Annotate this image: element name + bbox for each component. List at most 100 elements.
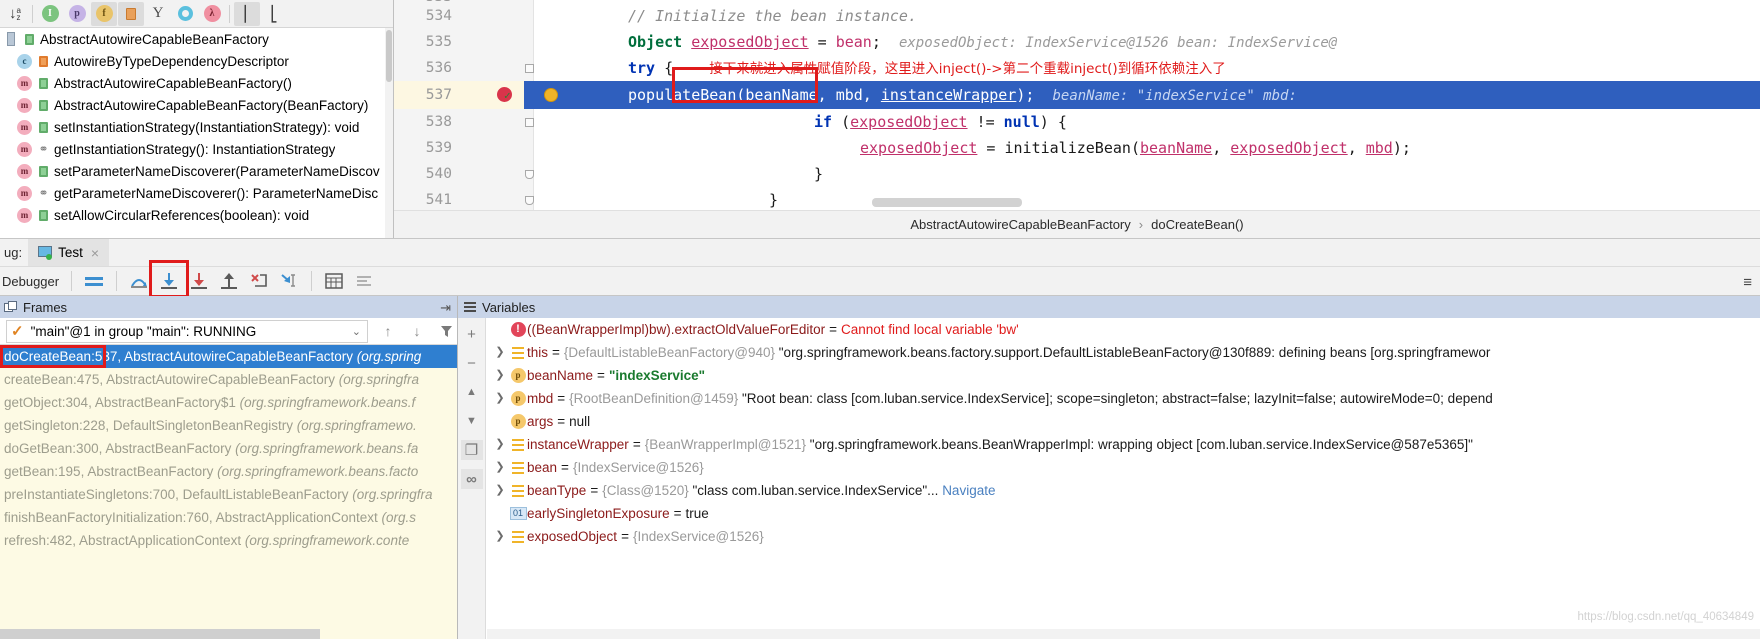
drop-frame-button[interactable] <box>244 268 274 294</box>
frame-row[interactable]: refresh:482, AbstractApplicationContext … <box>0 529 457 552</box>
variable-row[interactable]: ❯ bean = {IndexService@1526} <box>487 456 1760 479</box>
variable-row[interactable]: ❯ exposedObject = {IndexService@1526} <box>487 525 1760 548</box>
frame-up-button[interactable]: ↑ <box>377 320 399 343</box>
show-properties-icon[interactable]: p <box>64 2 90 26</box>
code-line[interactable]: 535 Object exposedObject = bean; exposed… <box>394 29 1760 55</box>
structure-item-method[interactable]: m AbstractAutowireCapableBeanFactory() <box>0 72 385 94</box>
structure-item-inner-class[interactable]: c AutowireByTypeDependencyDescriptor <box>0 50 385 72</box>
move-watch-up-button[interactable]: ▲ <box>461 382 483 402</box>
variable-name: instanceWrapper <box>527 437 629 452</box>
structure-item-method[interactable]: m setAllowCircularReferences(boolean): v… <box>0 204 385 226</box>
frame-row[interactable]: finishBeanFactoryInitialization:760, Abs… <box>0 506 457 529</box>
force-step-into-button[interactable] <box>184 268 214 294</box>
structure-item-method[interactable]: m AbstractAutowireCapableBeanFactory(Bea… <box>0 94 385 116</box>
chevron-right-icon[interactable]: ❯ <box>491 341 509 364</box>
breadcrumb-class[interactable]: AbstractAutowireCapableBeanFactory <box>910 217 1130 232</box>
variable-row[interactable]: ❯ p mbd = {RootBeanDefinition@1459} "Roo… <box>487 387 1760 410</box>
debug-tab-test[interactable]: Test × <box>28 238 110 267</box>
show-lambdas-icon[interactable] <box>172 2 198 26</box>
chevron-right-icon[interactable]: ❯ <box>491 433 509 456</box>
variable-row[interactable]: 01 earlySingletonExposure = true <box>487 502 1760 525</box>
close-icon[interactable]: × <box>91 245 99 261</box>
add-watch-button[interactable]: + <box>461 324 483 344</box>
chevron-right-icon[interactable]: ❯ <box>491 525 509 548</box>
expand-all-icon[interactable]: ⎢ <box>234 1 260 26</box>
code-line-current[interactable]: 537 ✓ populateBean(beanName, mbd, instan… <box>394 67 1760 109</box>
breadcrumb-method[interactable]: doCreateBean() <box>1151 217 1244 232</box>
structure-item-label: getInstantiationStrategy(): Instantiatio… <box>54 141 336 157</box>
code-arg-instance-wrapper: instanceWrapper <box>880 86 1017 104</box>
variables-panel: Variables + − ▲ ▼ ❐ ∞ ! ((BeanWrapperImp… <box>458 296 1760 639</box>
debugger-tab-label[interactable]: Debugger <box>0 274 64 289</box>
pin-icon[interactable]: ⇥ <box>440 300 451 316</box>
sort-alphabetically-icon[interactable]: ↓ a z <box>2 2 28 26</box>
frame-row[interactable]: getSingleton:228, DefaultSingletonBeanRe… <box>0 414 457 437</box>
scrollbar-thumb[interactable] <box>386 30 392 82</box>
thread-combo[interactable]: ✓ "main"@1 in group "main": RUNNING ⌄ <box>6 319 368 343</box>
structure-item-method[interactable]: m setParameterNameDiscoverer(ParameterNa… <box>0 160 385 182</box>
variable-row[interactable]: ! ((BeanWrapperImpl)bw).extractOldValueF… <box>487 318 1760 341</box>
structure-scrollbar[interactable] <box>385 28 393 238</box>
frame-row[interactable]: getBean:195, AbstractBeanFactory (org.sp… <box>0 460 457 483</box>
structure-item-class[interactable]: AbstractAutowireCapableBeanFactory <box>0 28 385 50</box>
frame-row[interactable]: preInstantiateSingletons:700, DefaultLis… <box>0 483 457 506</box>
show-execution-point-button[interactable] <box>79 268 109 294</box>
variables-list[interactable]: ! ((BeanWrapperImpl)bw).extractOldValueF… <box>487 318 1760 639</box>
inline-watches-button[interactable]: ∞ <box>460 469 483 489</box>
code-line[interactable]: 540 } <box>394 161 1760 187</box>
structure-item-method[interactable]: m setInstantiationStrategy(Instantiation… <box>0 116 385 138</box>
variables-horizontal-scrollbar[interactable] <box>487 629 1760 639</box>
chevron-down-icon[interactable]: ⌄ <box>352 325 367 338</box>
structure-item-method[interactable]: m ⚭ getParameterNameDiscoverer(): Parame… <box>0 182 385 204</box>
settings-button[interactable] <box>349 268 379 294</box>
evaluate-expression-button[interactable] <box>319 268 349 294</box>
step-into-button[interactable] <box>149 260 189 298</box>
filter-icon <box>440 325 452 337</box>
structure-item-method[interactable]: m ⚭ getInstantiationStrategy(): Instanti… <box>0 138 385 160</box>
remove-watch-button[interactable]: − <box>461 353 483 373</box>
filter-frames-button[interactable] <box>435 320 457 343</box>
structure-tree[interactable]: AbstractAutowireCapableBeanFactory c Aut… <box>0 28 385 238</box>
show-anonymous-classes-icon[interactable]: Y <box>145 2 171 26</box>
navigate-link[interactable]: Navigate <box>942 479 995 502</box>
frame-down-button[interactable]: ↓ <box>406 320 428 343</box>
frames-horizontal-scrollbar[interactable] <box>0 629 320 639</box>
chevron-right-icon[interactable]: ❯ <box>491 387 509 410</box>
chevron-right-icon[interactable]: ❯ <box>491 456 509 479</box>
frame-row[interactable]: doCreateBean:537, AbstractAutowireCapabl… <box>0 345 457 368</box>
frame-row[interactable]: createBean:475, AbstractAutowireCapableB… <box>0 368 457 391</box>
step-out-button[interactable] <box>214 268 244 294</box>
run-to-cursor-button[interactable] <box>274 268 304 294</box>
chevron-right-icon[interactable]: ❯ <box>491 479 509 502</box>
show-fields-icon[interactable]: f <box>91 1 117 26</box>
code-line[interactable]: 539 exposedObject = initializeBean(beanN… <box>394 135 1760 161</box>
editor-horizontal-scrollbar[interactable] <box>872 198 1022 207</box>
variable-row[interactable]: ❯ p beanName = "indexService" <box>487 364 1760 387</box>
collapse-all-icon[interactable]: ⎣ <box>261 2 287 26</box>
frame-row[interactable]: doGetBean:300, AbstractBeanFactory (org.… <box>0 437 457 460</box>
fold-marker-icon[interactable] <box>525 118 534 127</box>
chevron-right-icon[interactable]: ❯ <box>491 364 509 387</box>
variable-row[interactable]: ❯ this = {DefaultListableBeanFactory@940… <box>487 341 1760 364</box>
frames-list[interactable]: doCreateBean:537, AbstractAutowireCapabl… <box>0 345 457 629</box>
code-line[interactable]: 536 try { 接下来就进入属性赋值阶段，这里进入inject()->第二个… <box>394 55 1760 81</box>
variable-row[interactable]: ❯ beanType = {Class@1520} "class com.lub… <box>487 479 1760 502</box>
debugger-options-menu-icon[interactable]: ≡ <box>1743 274 1752 291</box>
breadcrumb[interactable]: AbstractAutowireCapableBeanFactory › doC… <box>394 210 1760 238</box>
frame-row[interactable]: getObject:304, AbstractBeanFactory$1 (or… <box>0 391 457 414</box>
code-editor[interactable]: 533 534 // Initialize the bean instance.… <box>394 0 1760 238</box>
method-icon: m <box>16 185 33 202</box>
show-non-public-icon[interactable] <box>118 1 144 26</box>
fold-marker-icon[interactable] <box>525 170 534 179</box>
copy-value-button[interactable]: ❐ <box>460 440 483 460</box>
fold-marker-icon[interactable] <box>525 196 534 205</box>
code-line[interactable]: 534 // Initialize the bean instance. <box>394 3 1760 29</box>
move-watch-down-button[interactable]: ▼ <box>461 411 483 431</box>
toolbar-divider <box>32 4 33 23</box>
show-lambda-bodies-icon[interactable]: λ <box>199 2 225 26</box>
code-line[interactable]: 538 if (exposedObject != null) { <box>394 109 1760 135</box>
variable-row[interactable]: p args = null <box>487 410 1760 433</box>
variable-row[interactable]: ❯ instanceWrapper = {BeanWrapperImpl@152… <box>487 433 1760 456</box>
fold-marker-icon[interactable] <box>525 64 534 73</box>
show-inherited-icon[interactable]: I <box>37 2 63 26</box>
